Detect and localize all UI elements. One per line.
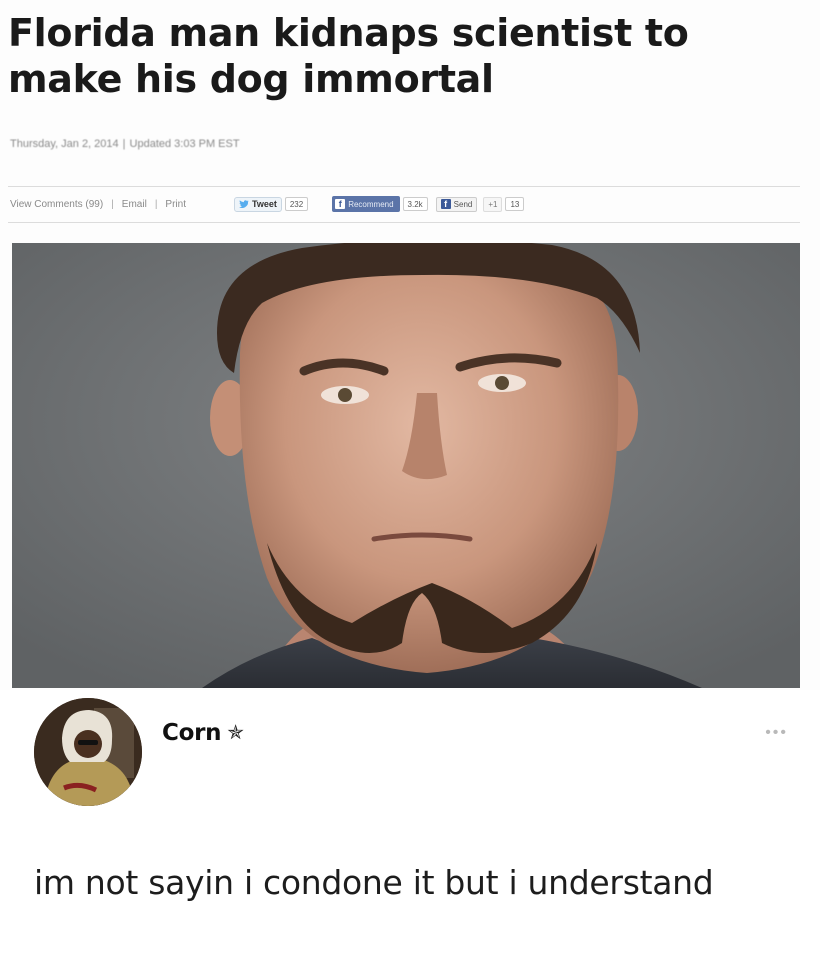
article-card: Florida man kidnaps scientist to make hi…: [0, 0, 820, 700]
gplus-button[interactable]: +1: [483, 196, 503, 212]
username[interactable]: Corn ✯: [162, 720, 244, 746]
print-link[interactable]: Print: [165, 199, 186, 210]
send-button[interactable]: f Send: [435, 196, 478, 212]
recommend-button-label: Recommend: [348, 199, 394, 209]
article-date: Thursday, Jan 2, 2014: [10, 138, 119, 150]
mugshot-illustration: [12, 243, 800, 688]
send-button-label: Send: [453, 199, 473, 209]
more-icon[interactable]: •••: [765, 724, 788, 742]
post-text: im not sayin i condone it but i understa…: [34, 863, 714, 902]
twitter-bird-icon: [238, 200, 249, 208]
avatar-image: [34, 698, 142, 806]
divider: [8, 222, 800, 223]
facebook-send-icon: f: [440, 199, 451, 209]
mugshot-photo: [12, 243, 800, 688]
gplus-button-label: +1: [488, 199, 498, 209]
star-icon: ✯: [227, 720, 244, 744]
view-comments-link[interactable]: View Comments (99): [10, 199, 103, 210]
recommend-count: 3.2k: [402, 197, 428, 211]
article-updated: Updated 3:03 PM EST: [129, 138, 240, 150]
email-link[interactable]: Email: [122, 199, 147, 210]
tweet-button-label: Tweet: [251, 199, 277, 209]
tweet-count: 232: [284, 197, 309, 211]
recommend-button[interactable]: f Recommend: [332, 196, 400, 212]
gplus-count: 13: [505, 197, 525, 211]
username-text: Corn: [162, 720, 222, 746]
divider: [8, 186, 800, 187]
article-dateline: Thursday, Jan 2, 2014 | Updated 3:03 PM ES…: [10, 138, 240, 150]
article-headline: Florida man kidnaps scientist to make hi…: [8, 11, 689, 101]
avatar[interactable]: [34, 698, 142, 806]
facebook-icon: f: [335, 199, 346, 209]
share-toolbar: View Comments (99) | Email | Print Tweet…: [10, 192, 800, 216]
reply-post: Corn ✯ ••• im not sayin i condone it but …: [0, 690, 820, 960]
tweet-button[interactable]: Tweet: [233, 196, 282, 212]
